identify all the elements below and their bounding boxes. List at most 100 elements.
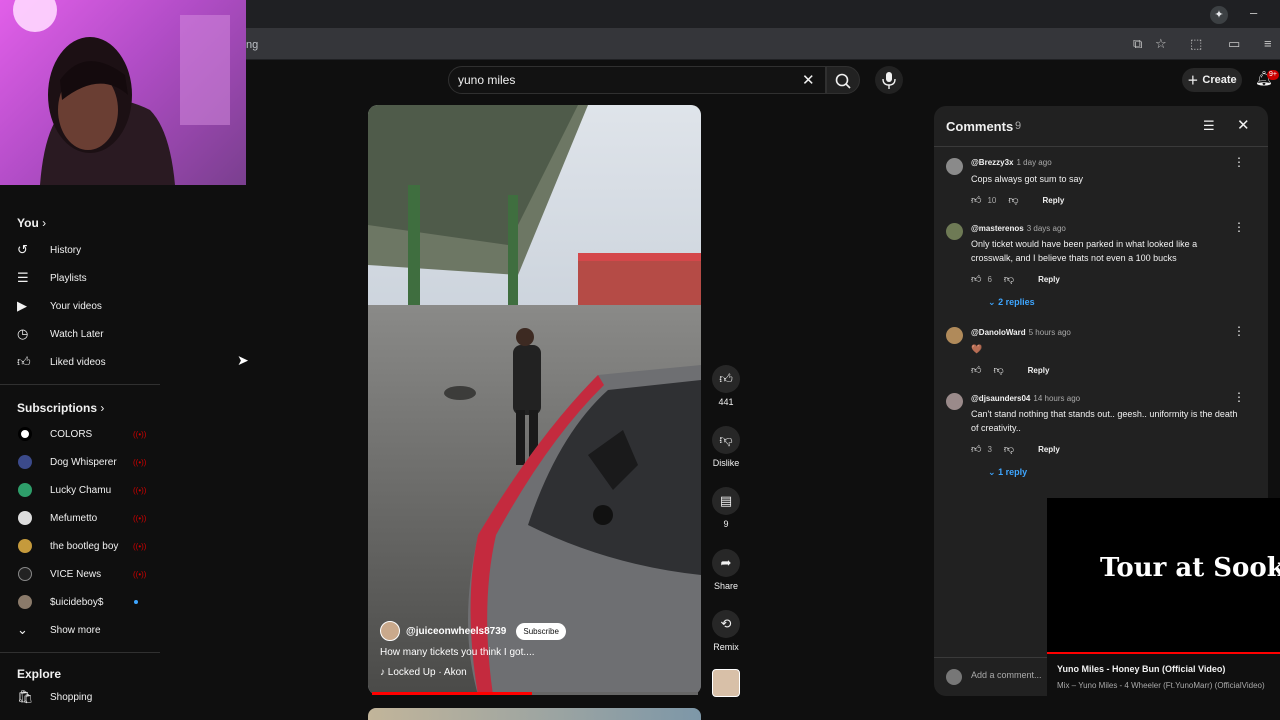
comment-author[interactable]: @DanoloWard 5 hours ago <box>971 328 1071 337</box>
thumbs-down-icon[interactable]: 👎︎ <box>1004 273 1014 285</box>
comments-title: Comments <box>946 119 1014 134</box>
webcam-overlay <box>0 0 246 185</box>
sidebar-item-shopping[interactable]: 🛍︎ Shopping <box>0 683 160 711</box>
channel-avatar <box>18 427 32 441</box>
more-options-icon[interactable]: ⋮ <box>1233 390 1245 404</box>
mouse-cursor-icon: ➤ <box>237 352 249 368</box>
comments-button[interactable]: ▤ 9 <box>712 487 740 529</box>
dislike-button[interactable]: 👎︎ Dislike <box>712 426 740 468</box>
reading-list-icon[interactable]: ≡ <box>1264 36 1272 51</box>
sidebar-show-more[interactable]: ⌄ Show more <box>0 616 160 644</box>
clear-search-icon[interactable]: ✕ <box>802 71 815 89</box>
remix-button[interactable]: ⟲ Remix <box>712 610 740 652</box>
close-icon[interactable]: ✕ <box>1237 116 1250 134</box>
minimize-icon[interactable]: – <box>1250 5 1257 20</box>
comment-text: Only ticket would have been parked in wh… <box>971 239 1198 263</box>
extensions-icon[interactable]: ⬚ <box>1190 36 1202 52</box>
sidebar-item-history[interactable]: ↺ History <box>0 236 160 264</box>
create-button[interactable]: ＋ Create <box>1182 68 1242 92</box>
comment-count: 9 <box>723 519 729 529</box>
thumbs-down-icon[interactable]: 👎︎ <box>993 364 1003 376</box>
commenter-avatar[interactable] <box>946 158 963 175</box>
sidebar-item-the-bootleg-boy[interactable]: the bootleg boy ((•)) <box>0 532 160 560</box>
sound-thumbnail[interactable] <box>712 669 740 697</box>
commenter-avatar[interactable] <box>946 393 963 410</box>
comment-author[interactable]: @djsaunders04 14 hours ago <box>971 394 1080 403</box>
more-options-icon[interactable]: ⋮ <box>1233 324 1245 338</box>
channel-avatar <box>18 595 32 609</box>
sort-icon[interactable]: ☰ <box>1203 118 1215 134</box>
sidebar-item-liked-videos[interactable]: 👍︎ Liked videos <box>0 348 160 376</box>
search-button[interactable] <box>826 66 860 94</box>
current-user-avatar <box>946 669 962 685</box>
bookmark-star-icon[interactable]: ☆ <box>1155 36 1167 52</box>
your-videos-icon: ▶ <box>17 298 27 313</box>
channel-name[interactable]: @juiceonwheels8739 <box>406 626 506 637</box>
sidebar-item-vice-news[interactable]: VICE News ((•)) <box>0 560 160 588</box>
thumbs-up-icon[interactable]: 👍︎ <box>971 443 981 455</box>
thumbs-up-icon[interactable]: 👍︎ <box>971 194 981 206</box>
reply-button[interactable]: Reply <box>1038 445 1060 454</box>
comment-actions: 👍︎ 10 👎︎ Reply <box>971 194 1064 206</box>
channel-avatar <box>18 567 32 581</box>
comment-actions: 👍︎ 3 👎︎ Reply <box>971 443 1060 455</box>
sidebar-subscriptions-heading[interactable]: Subscriptions › <box>17 401 104 415</box>
channel-avatar <box>18 511 32 525</box>
view-replies-button[interactable]: ⌄ 1 reply <box>988 467 1027 478</box>
commenter-avatar[interactable] <box>946 223 963 240</box>
sidebar-you-heading[interactable]: You › <box>17 216 46 230</box>
sparkle-icon[interactable]: ✦ <box>1210 6 1228 24</box>
share-button[interactable]: ➦ Share <box>712 549 740 591</box>
video-progress-fill <box>372 692 532 695</box>
view-replies-button[interactable]: ⌄ 2 replies <box>988 297 1035 308</box>
sidebar-item-suicideboys[interactable]: $uicideboy$ <box>0 588 160 616</box>
channel-avatar <box>18 483 32 497</box>
thumbs-up-icon: 👍︎ <box>712 365 740 393</box>
cast-icon[interactable]: ⧉ <box>1133 36 1142 52</box>
more-options-icon[interactable]: ⋮ <box>1233 220 1245 234</box>
channel-avatar[interactable] <box>380 621 400 641</box>
live-indicator-icon: ((•)) <box>133 541 147 551</box>
sidebar-item-playlists[interactable]: ☰ Playlists <box>0 264 160 292</box>
miniplayer-progress[interactable] <box>1047 652 1280 654</box>
next-short-preview[interactable] <box>368 708 701 720</box>
sidebar-item-watch-later[interactable]: ◷ Watch Later <box>0 320 160 348</box>
comment-author[interactable]: @Brezzy3x 1 day ago <box>971 158 1052 167</box>
live-indicator-icon: ((•)) <box>133 569 147 579</box>
add-comment-input[interactable]: Add a comment... <box>971 670 1042 680</box>
comments-count: 9 <box>1015 120 1022 132</box>
comment-like-count: 3 <box>987 444 992 454</box>
subscribe-button[interactable]: Subscribe <box>516 622 566 640</box>
voice-search-button[interactable] <box>875 66 903 94</box>
more-options-icon[interactable]: ⋮ <box>1233 155 1245 169</box>
thumbs-down-icon: 👎︎ <box>712 426 740 454</box>
sidebar-item-dog-whisperer[interactable]: Dog Whisperer ((•)) <box>0 448 160 476</box>
sidebar-item-colors[interactable]: COLORS ((•)) <box>0 420 160 448</box>
short-title[interactable]: How many tickets you think I got.... <box>380 647 535 658</box>
thumbs-up-icon: 👍︎ <box>17 354 31 369</box>
reply-button[interactable]: Reply <box>1043 196 1065 205</box>
comment-author[interactable]: @masterenos 3 days ago <box>971 224 1066 233</box>
comment-time: 5 hours ago <box>1028 328 1071 337</box>
thumbs-down-icon[interactable]: 👎︎ <box>1004 443 1014 455</box>
thumbs-up-icon[interactable]: 👍︎ <box>971 364 981 376</box>
sidebar-item-lucky-chamu[interactable]: Lucky Chamu ((•)) <box>0 476 160 504</box>
thumbs-down-icon[interactable]: 👎︎ <box>1008 194 1018 206</box>
channel-avatar <box>18 539 32 553</box>
reply-button[interactable]: Reply <box>1038 275 1060 284</box>
split-view-icon[interactable]: ▭ <box>1228 36 1240 52</box>
sidebar-divider <box>0 384 160 385</box>
comment-icon: ▤ <box>712 487 740 515</box>
sidebar-item-mefumetto[interactable]: Mefumetto ((•)) <box>0 504 160 532</box>
miniplayer-title[interactable]: Yuno Miles - Honey Bun (Official Video) <box>1057 664 1225 674</box>
short-music-row[interactable]: ♪ Locked Up · Akon <box>380 667 467 678</box>
short-video-player[interactable] <box>368 105 701 695</box>
comment-time: 1 day ago <box>1016 158 1052 167</box>
commenter-avatar[interactable] <box>946 327 963 344</box>
sidebar-explore-heading: Explore <box>17 667 62 681</box>
reply-button[interactable]: Reply <box>1028 366 1050 375</box>
like-button[interactable]: 👍︎ 441 <box>712 365 740 407</box>
sidebar-item-your-videos[interactable]: ▶ Your videos <box>0 292 160 320</box>
music-note-icon: ♪ <box>380 667 385 678</box>
thumbs-up-icon[interactable]: 👍︎ <box>971 273 981 285</box>
